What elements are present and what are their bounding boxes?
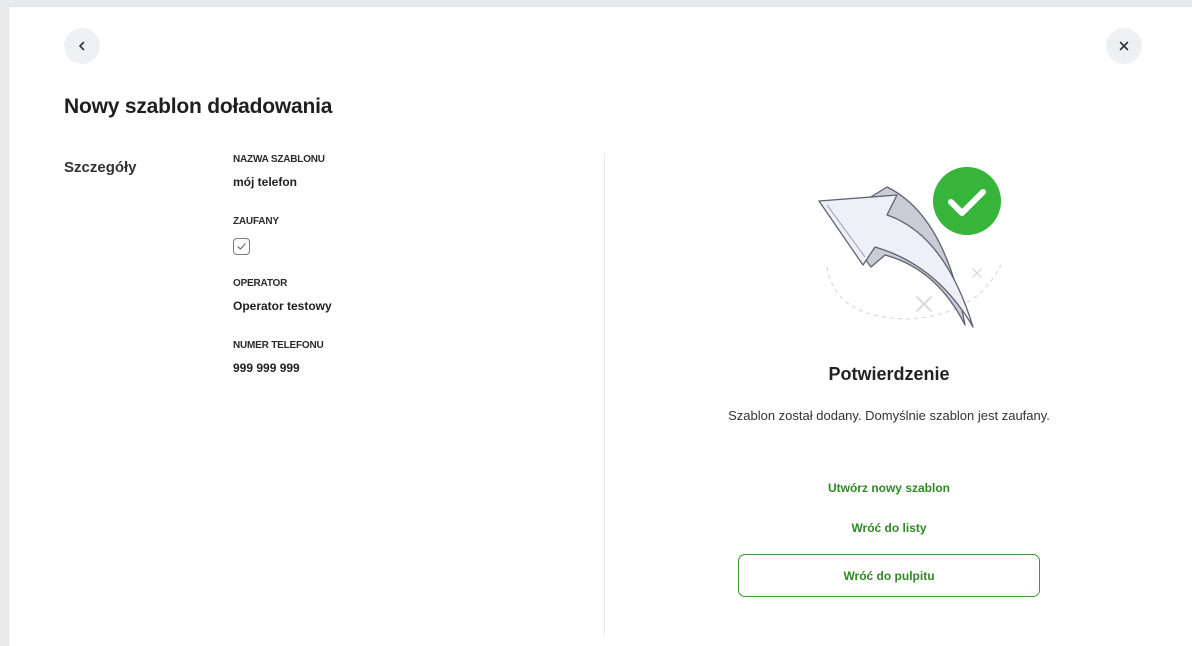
section-label-details: Szczegóły	[64, 159, 137, 176]
field-label: NUMER TELEFONU	[233, 340, 324, 351]
field-template-name: NAZWA SZABLONU mój telefon	[233, 154, 563, 216]
back-to-list-link[interactable]: Wróć do listy	[629, 521, 1149, 535]
details-fields: NAZWA SZABLONU mój telefon ZAUFANY OPERA…	[233, 154, 563, 402]
confirmation-title: Potwierdzenie	[828, 364, 950, 384]
return-arrow-success-icon	[818, 167, 1002, 328]
field-label: ZAUFANY	[233, 216, 279, 227]
field-value: mój telefon	[233, 175, 298, 189]
trusted-checkbox	[233, 238, 250, 255]
confirmation-message: Szablon został dodany. Domyślnie szablon…	[728, 408, 1050, 423]
field-phone-number: NUMER TELEFONU 999 999 999	[233, 340, 563, 402]
field-operator: OPERATOR Operator testowy	[233, 278, 563, 340]
template-confirmation-panel: Nowy szablon doładowania Szczegóły NAZWA…	[8, 6, 1192, 646]
back-button[interactable]	[64, 28, 100, 64]
field-label: NAZWA SZABLONU	[233, 154, 325, 165]
page-title: Nowy szablon doładowania	[64, 95, 333, 118]
column-divider	[604, 153, 605, 635]
field-value: 999 999 999	[233, 361, 300, 375]
field-trusted: ZAUFANY	[233, 216, 563, 278]
field-label: OPERATOR	[233, 278, 288, 289]
chevron-left-icon	[79, 41, 85, 51]
field-value: Operator testowy	[233, 299, 332, 313]
checkmark-icon	[237, 243, 246, 250]
close-icon	[1119, 41, 1129, 51]
create-new-template-link[interactable]: Utwórz nowy szablon	[629, 481, 1149, 495]
back-to-dashboard-button[interactable]: Wróć do pulpitu	[738, 554, 1040, 597]
close-button[interactable]	[1106, 28, 1142, 64]
